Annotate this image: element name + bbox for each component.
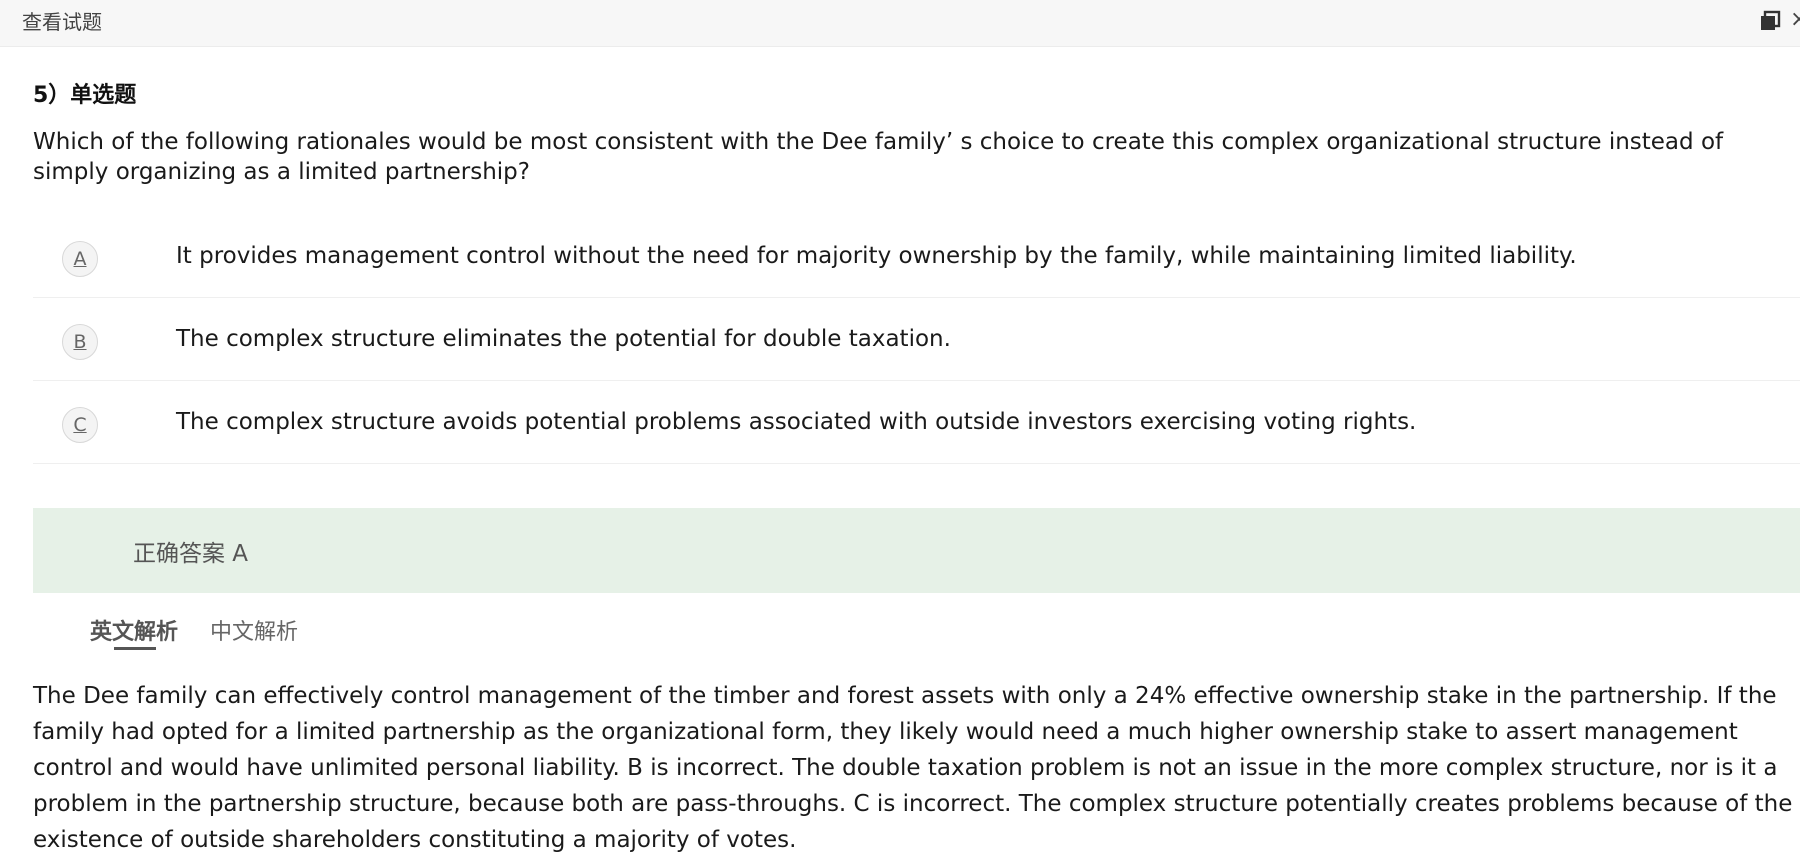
tab-english-explanation[interactable]: 英文解析 — [90, 614, 178, 646]
window-title: 查看试题 — [22, 10, 102, 34]
option-letter-a[interactable]: A — [62, 241, 98, 277]
option-letter-c[interactable]: C — [62, 407, 98, 443]
window-titlebar: 查看试题 × — [0, 0, 1800, 47]
option-text-c: The complex structure avoids potential p… — [176, 409, 1417, 435]
question-view: 5）单选题 Which of the following rationales … — [0, 47, 1800, 860]
question-text: Which of the following rationales would … — [33, 129, 1724, 185]
correct-answer-label: 正确答案 A — [133, 541, 249, 567]
option-c[interactable]: C The complex structure avoids potential… — [33, 382, 1800, 464]
explanation-text: The Dee family can effectively control m… — [33, 683, 1793, 853]
close-icon[interactable]: × — [1790, 6, 1800, 34]
restore-window-icon[interactable] — [1759, 10, 1781, 32]
correct-answer-box: 正确答案 A — [33, 508, 1800, 593]
option-a[interactable]: A It provides management control without… — [33, 216, 1800, 298]
option-b[interactable]: B The complex structure eliminates the p… — [33, 299, 1800, 381]
option-text-a: It provides management control without t… — [176, 243, 1577, 269]
tab-chinese-explanation[interactable]: 中文解析 — [210, 614, 298, 646]
option-text-b: The complex structure eliminates the pot… — [176, 326, 951, 352]
active-tab-indicator — [114, 647, 156, 650]
option-letter-b[interactable]: B — [62, 324, 98, 360]
question-header: 5）单选题 — [33, 83, 137, 108]
